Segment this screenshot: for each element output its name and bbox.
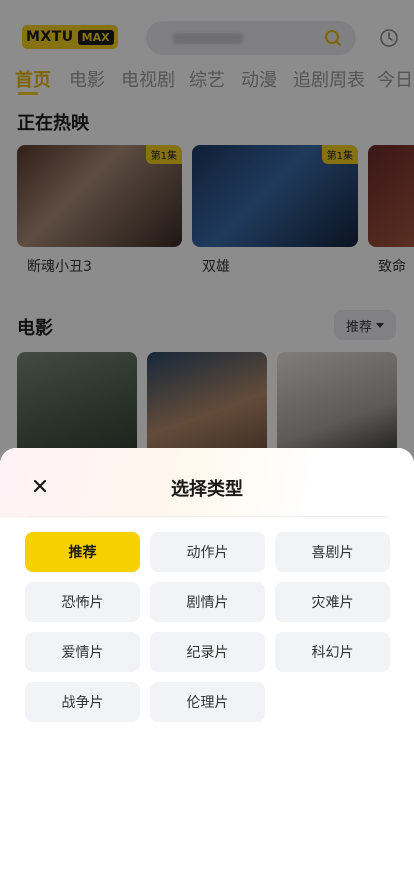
sheet-title: 选择类型 (171, 479, 243, 500)
type-option-comedy[interactable]: 喜剧片 (275, 532, 390, 572)
type-option-ethics[interactable]: 伦理片 (150, 682, 265, 722)
type-option-documentary[interactable]: 纪录片 (150, 632, 265, 672)
type-option-war[interactable]: 战争片 (25, 682, 140, 722)
type-option-drama[interactable]: 剧情片 (150, 582, 265, 622)
type-selector-sheet: 选择类型 推荐 动作片 喜剧片 恐怖片 剧情片 灾难片 爱情片 纪录片 科幻片 … (0, 448, 414, 896)
type-option-horror[interactable]: 恐怖片 (25, 582, 140, 622)
type-options-grid: 推荐 动作片 喜剧片 恐怖片 剧情片 灾难片 爱情片 纪录片 科幻片 战争片 伦… (25, 532, 390, 722)
type-option-romance[interactable]: 爱情片 (25, 632, 140, 672)
type-option-disaster[interactable]: 灾难片 (275, 582, 390, 622)
divider (26, 516, 388, 517)
type-option-scifi[interactable]: 科幻片 (275, 632, 390, 672)
type-option-recommended[interactable]: 推荐 (25, 532, 140, 572)
type-option-action[interactable]: 动作片 (150, 532, 265, 572)
